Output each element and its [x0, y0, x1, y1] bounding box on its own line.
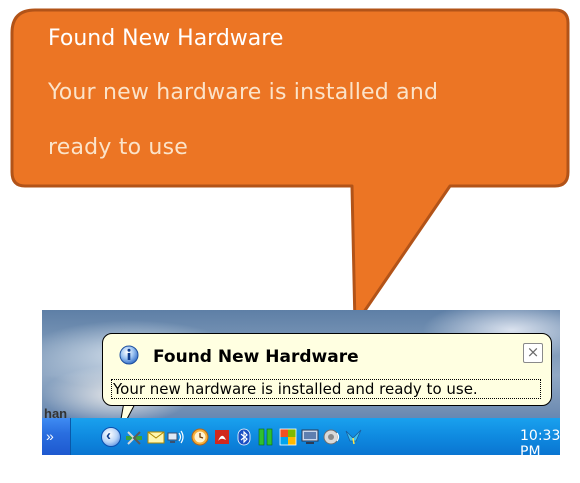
notification-area: ‹ 10:33 PM	[70, 418, 560, 455]
safely-remove-hardware-icon[interactable]	[125, 428, 143, 446]
show-hidden-icons-button[interactable]: ‹	[101, 427, 121, 447]
network-icon[interactable]	[167, 428, 185, 446]
show-hidden-glyph: ‹	[106, 427, 111, 444]
balloon-title: Found New Hardware	[153, 347, 359, 367]
balloon-tooltip[interactable]: Found New Hardware × Your new hardware i…	[102, 333, 552, 406]
callout-message-line-1: Your new hardware is installed and	[48, 80, 439, 105]
taskbar-clock[interactable]: 10:33 PM	[520, 428, 560, 455]
green-bars-icon[interactable]	[257, 428, 275, 446]
mail-icon[interactable]	[147, 428, 165, 446]
speaker-icon[interactable]	[323, 428, 341, 446]
screenshot-crop: han Found New Hardware × Your new hardwa…	[42, 310, 560, 455]
clock-app-icon[interactable]	[191, 428, 209, 446]
pdf-icon[interactable]	[213, 428, 231, 446]
balloon-message[interactable]: Your new hardware is installed and ready…	[111, 379, 541, 399]
monitor-icon[interactable]	[301, 428, 319, 446]
bird-icon[interactable]	[345, 428, 363, 446]
info-icon	[119, 345, 139, 365]
bluetooth-icon[interactable]	[235, 428, 253, 446]
taskbar: » ‹ 10:33 PM	[42, 418, 560, 455]
close-button[interactable]: ×	[523, 343, 543, 363]
callout-message-line-2: ready to use	[48, 135, 188, 160]
overflow-chevron-icon[interactable]: »	[46, 428, 54, 444]
windows-flag-icon[interactable]	[279, 428, 297, 446]
callout-title: Found New Hardware	[48, 26, 284, 51]
